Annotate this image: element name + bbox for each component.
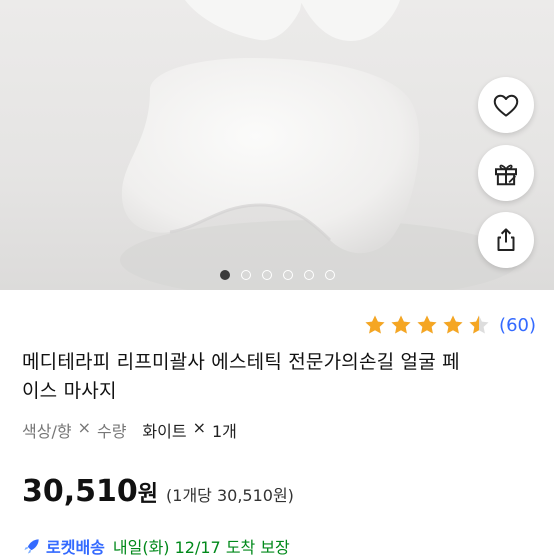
option-label-qty: 수량 <box>96 422 127 441</box>
rocket-delivery-badge: 로켓배송 <box>46 538 105 557</box>
arrival-date: 내일(화) 12/17 도착 보장 <box>112 538 290 557</box>
star-icon <box>391 315 411 334</box>
star-rating <box>363 313 493 337</box>
product-title: 메디테라피 리프미괄사 에스테틱 전문가의손길 얼굴 페 이스 마사지 <box>22 348 537 406</box>
pagination-dot[interactable] <box>324 270 335 280</box>
gallery-pagination[interactable] <box>0 270 554 280</box>
product-title-line: 이스 마사지 <box>22 380 117 402</box>
star-icon <box>365 315 385 334</box>
product-image[interactable] <box>0 0 554 290</box>
star-icon <box>443 315 463 334</box>
pagination-dot[interactable] <box>219 270 230 280</box>
gift-button[interactable] <box>478 145 534 201</box>
product-title-line: 메디테라피 리프미괄사 에스테틱 전문가의손길 얼굴 페 <box>22 351 460 373</box>
option-times: × <box>77 418 91 437</box>
star-icon <box>469 315 489 334</box>
review-count[interactable]: (60) <box>499 315 536 336</box>
star-icon <box>417 315 437 334</box>
rocket-icon <box>24 539 39 554</box>
wishlist-button[interactable] <box>478 77 534 133</box>
selected-option[interactable]: 색상/향 × 수량 화이트 × 1개 <box>22 418 237 442</box>
share-button[interactable] <box>478 212 534 268</box>
price-row: 30,510 원 (1개당 30,510원) <box>22 474 294 509</box>
rating-summary[interactable]: (60) <box>363 313 536 337</box>
option-value-qty: 1개 <box>212 422 237 441</box>
heart-icon <box>493 94 519 117</box>
option-label-color: 색상/향 <box>22 422 72 441</box>
price-currency: 원 <box>137 482 159 507</box>
option-value-times: × <box>192 418 206 437</box>
pagination-dot[interactable] <box>240 270 251 280</box>
unit-price: (1개당 30,510원) <box>166 486 294 505</box>
share-icon <box>497 228 515 251</box>
pagination-dot[interactable] <box>303 270 314 280</box>
sale-price: 30,510 <box>22 474 138 509</box>
gift-icon <box>495 164 517 186</box>
pagination-dot[interactable] <box>282 270 293 280</box>
delivery-info: 로켓배송 내일(화) 12/17 도착 보장 <box>22 534 290 558</box>
pagination-dot[interactable] <box>261 270 272 280</box>
option-value: 화이트 <box>142 422 187 441</box>
product-photo <box>120 0 520 290</box>
